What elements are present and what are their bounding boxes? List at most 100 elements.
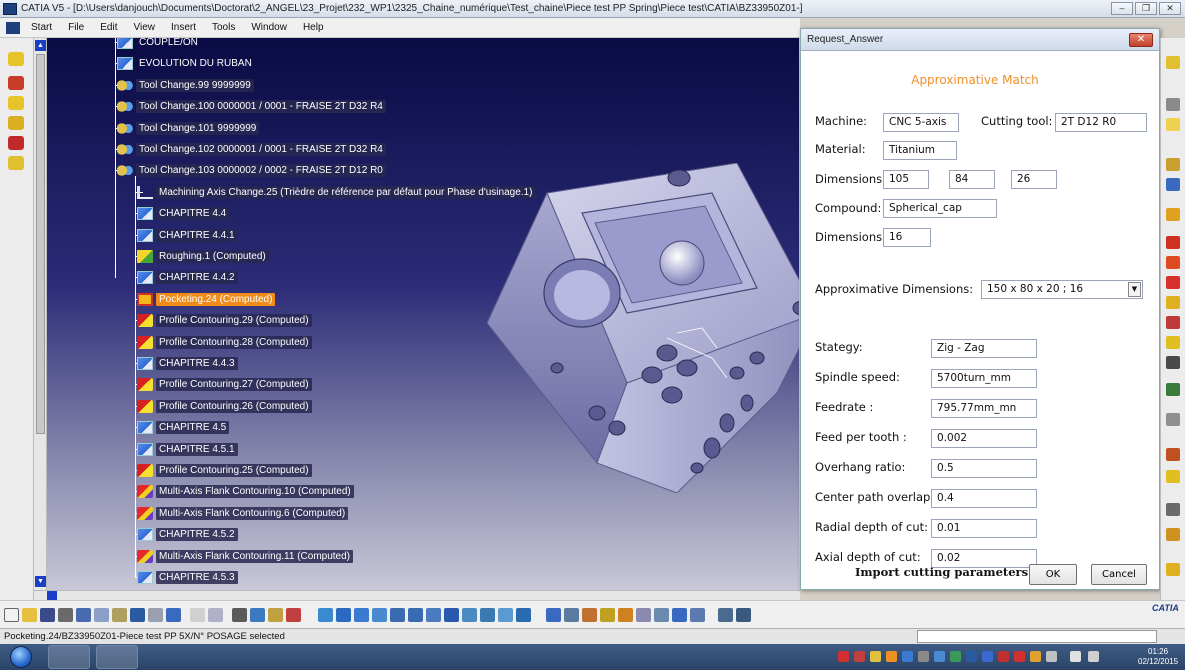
tray-icon-9[interactable] [966,651,977,662]
toolbar-flank-icon[interactable] [1166,296,1180,309]
toolbar-shield-icon[interactable] [8,116,24,130]
redo-icon[interactable] [148,608,163,622]
tree-item[interactable]: CHAPITRE 4.4 [137,205,230,222]
toolbar-gear-icon[interactable] [1166,98,1180,111]
flag-icon[interactable] [1046,651,1057,662]
tree-item[interactable]: Tool Change.103 0000002 / 0002 - FRAISE … [117,162,386,179]
tree-item[interactable]: CHAPITRE 4.5.3 [137,569,238,586]
tray-icon-7[interactable] [934,651,945,662]
compound-field[interactable]: Spherical_cap [883,199,997,218]
tree-item[interactable]: Roughing.1 (Computed) [137,248,269,265]
menu-start[interactable]: Start [23,22,60,33]
toolbar-analyze-icon[interactable] [1166,503,1180,516]
tool-path-replay-icon[interactable] [600,608,615,622]
cancel-button[interactable]: Cancel [1091,564,1147,585]
tray-icon-4[interactable] [886,651,897,662]
tree-item[interactable]: Multi-Axis Flank Contouring.6 (Computed) [137,505,349,522]
new-file-icon[interactable] [4,608,19,622]
toolbar-chart-icon[interactable] [1166,448,1180,461]
taskbar-clock[interactable]: 01:26 02/12/2015 [1138,647,1178,667]
toolbar-part-icon[interactable] [8,96,24,110]
dimension-4-field[interactable]: 16 [883,228,931,247]
simulation-icon[interactable] [618,608,633,622]
rotate-icon[interactable] [372,608,387,622]
tray-icon-6[interactable] [918,651,929,662]
tree-item[interactable]: COUPLE/ON [117,38,201,51]
toolbar-axis-icon[interactable] [1166,208,1180,221]
chevron-down-icon[interactable]: ▼ [1128,282,1141,297]
toolbar-last-icon[interactable] [1166,563,1180,576]
open-folder-icon[interactable] [22,608,37,622]
toolbar-contour-icon[interactable] [1166,276,1180,289]
tree-item[interactable]: Profile Contouring.27 (Computed) [137,376,312,393]
pan-icon[interactable] [354,608,369,622]
scroll-left-arrow-icon[interactable] [47,591,57,600]
tree-item[interactable]: Tool Change.102 0000001 / 0001 - FRAISE … [117,141,386,158]
approx-dimensions-select[interactable]: 150 x 80 x 20 ; 16 ▼ [981,280,1143,299]
tray-icon-11[interactable] [998,651,1009,662]
param-value-field[interactable]: 0.002 [931,429,1037,448]
menu-file[interactable]: File [60,22,92,33]
3d-viewport[interactable]: COUPLE/ON EVOLUTION DU RUBAN Tool Change.9… [47,38,799,590]
documentation-icon[interactable] [672,608,687,622]
tree-vertical-scrollbar[interactable]: ▲ ▼ [34,38,47,590]
nc-output-icon[interactable] [654,608,669,622]
param-value-field[interactable]: 0.4 [931,489,1037,508]
scroll-up-arrow-icon[interactable]: ▲ [35,40,46,51]
speaker-icon[interactable] [1088,651,1099,662]
scroll-down-arrow-icon[interactable]: ▼ [35,576,46,587]
sketch-icon[interactable] [582,608,597,622]
toolbar-yellow-icon[interactable] [1166,470,1180,483]
video-icon[interactable] [636,608,651,622]
tray-icon-10[interactable] [982,651,993,662]
copy-icon[interactable] [94,608,109,622]
knowledge-icon[interactable] [268,608,283,622]
machine-icon[interactable] [718,608,733,622]
table-icon[interactable] [232,608,247,622]
save-icon[interactable] [40,608,55,622]
toolbar-green-icon[interactable] [1166,383,1180,396]
quick-view-icon[interactable] [516,608,531,622]
menu-insert[interactable]: Insert [163,22,204,33]
measure-icon[interactable] [546,608,561,622]
grid-icon[interactable] [564,608,579,622]
tree-item[interactable]: Profile Contouring.28 (Computed) [137,334,312,351]
comment-icon[interactable] [208,608,223,622]
toolbar-red-icon[interactable] [1166,236,1180,249]
tree-item[interactable]: EVOLUTION DU RUBAN [117,55,255,72]
toolbar-pocket-icon[interactable] [1166,256,1180,269]
tray-icon-12[interactable] [1014,651,1025,662]
toolbar-pen-icon[interactable] [8,136,24,150]
tree-item[interactable]: CHAPITRE 4.4.1 [137,227,238,244]
cut-icon[interactable] [76,608,91,622]
toolbar-machining-icon[interactable] [8,52,24,66]
dimension-3-field[interactable]: 26 [1011,170,1057,189]
zoom-in-icon[interactable] [390,608,405,622]
minimize-button[interactable]: – [1111,2,1133,15]
toolbar-grey-icon[interactable] [1166,413,1180,426]
tree-item[interactable]: Multi-Axis Flank Contouring.10 (Computed… [137,483,354,500]
help-icon[interactable] [166,608,181,622]
close-window-button[interactable]: ✕ [1159,2,1181,15]
paste-icon[interactable] [112,608,127,622]
scroll-thumb[interactable] [36,54,45,434]
render-icon[interactable] [462,608,477,622]
toolbar-arrow-icon[interactable] [1166,336,1180,349]
machine-field[interactable]: CNC 5-axis [883,113,959,132]
hide-show-icon[interactable] [480,608,495,622]
tree-item[interactable]: CHAPITRE 4.5.1 [137,441,238,458]
param-value-field[interactable]: 5700turn_mm [931,369,1037,388]
tree-item[interactable]: Profile Contouring.25 (Computed) [137,462,312,479]
tree-item[interactable]: CHAPITRE 4.5.2 [137,526,238,543]
normal-view-icon[interactable] [426,608,441,622]
tree-item[interactable]: Tool Change.101 9999999 [117,120,260,137]
tree-horizontal-scrollbar[interactable] [34,590,800,600]
tray-icon-8[interactable] [950,651,961,662]
formula-icon[interactable] [190,608,205,622]
part-ops-icon[interactable] [736,608,751,622]
windows-start-orb[interactable] [10,646,32,668]
menu-view[interactable]: View [125,22,163,33]
tray-icon-13[interactable] [1030,651,1041,662]
toolbar-point-icon[interactable] [1166,356,1180,369]
tree-item[interactable]: Profile Contouring.26 (Computed) [137,398,312,415]
